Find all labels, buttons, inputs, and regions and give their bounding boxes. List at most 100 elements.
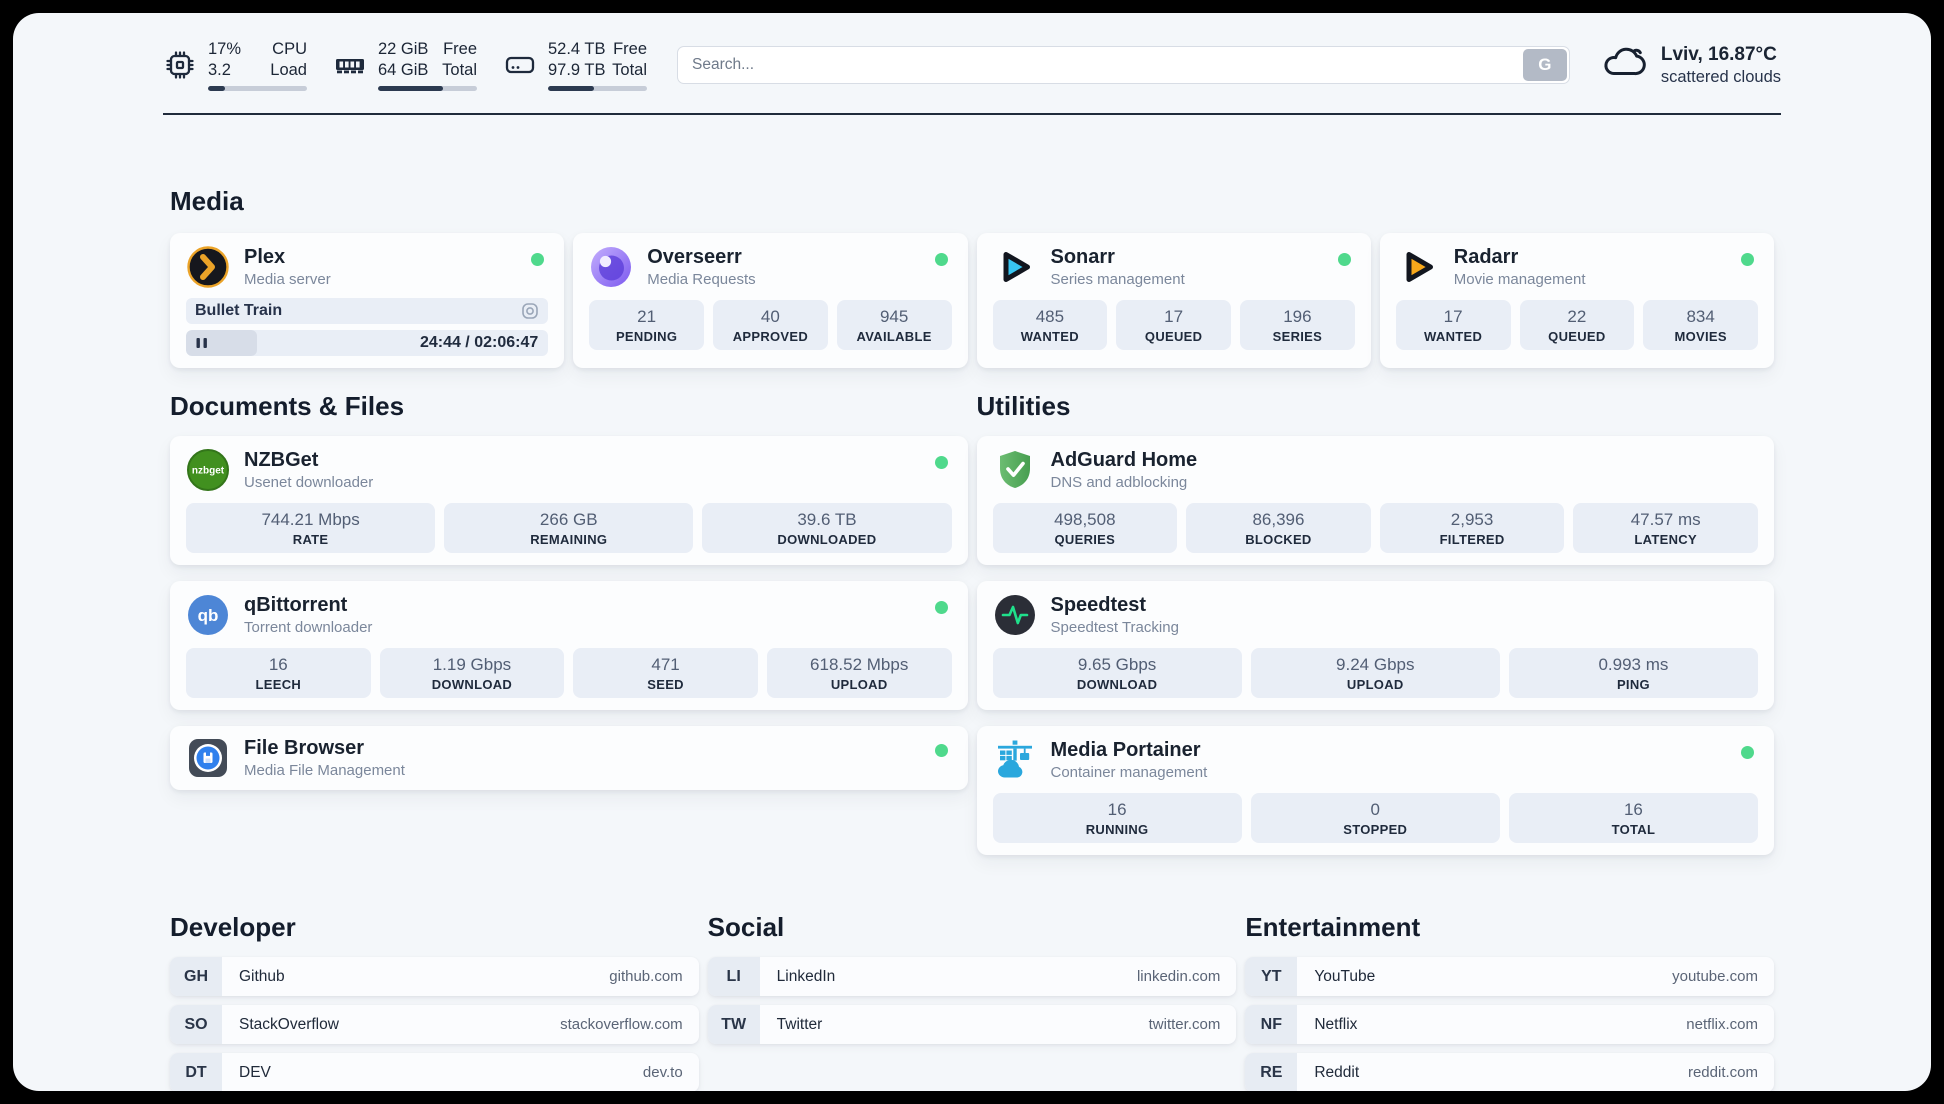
- stat-box: 744.21 Mbps RATE: [186, 503, 436, 553]
- stat-box: 86,396 BLOCKED: [1186, 503, 1371, 553]
- stat-box: 39.6 TB DOWNLOADED: [702, 503, 952, 553]
- app-desc: Movie management: [1453, 271, 1586, 288]
- sonarr-icon: [993, 245, 1037, 289]
- service-card-speedtest[interactable]: Speedtest Speedtest Tracking 9.65 Gbps DO…: [976, 581, 1774, 710]
- section-title-entertainment: Entertainment: [1245, 912, 1421, 942]
- ram-total: 64 GiB: [378, 61, 429, 79]
- app-desc: Media File Management: [244, 762, 405, 779]
- app-desc: Usenet downloader: [244, 474, 374, 491]
- stat-box: 40 APPROVED: [713, 300, 828, 350]
- bookmark-link[interactable]: GH Github github.com: [170, 957, 699, 996]
- now-playing-row: Bullet Train: [186, 298, 549, 324]
- service-card-sonarr[interactable]: Sonarr Series management 485 WANTED 17 QUEU…: [976, 233, 1371, 368]
- pause-icon[interactable]: [194, 335, 210, 351]
- bookmark-link[interactable]: NF Netflix netflix.com: [1245, 1005, 1774, 1044]
- bookmark-link[interactable]: SO StackOverflow stackoverflow.com: [170, 1005, 699, 1044]
- stat-box: 16 TOTAL: [1508, 793, 1759, 843]
- cpu-bar: [208, 86, 307, 91]
- disk-total: 97.9 TB: [548, 61, 606, 79]
- weather-location-temp: Lviv, 16.87°C: [1660, 43, 1777, 65]
- app-name: Speedtest: [1050, 594, 1147, 616]
- app-desc: Container management: [1050, 764, 1208, 781]
- status-online-dot: [934, 744, 948, 757]
- weather-widget[interactable]: Lviv, 16.87°C scattered clouds: [1600, 42, 1781, 89]
- service-card-radarr[interactable]: Radarr Movie management 17 WANTED 22 QUEUED…: [1379, 233, 1774, 368]
- search-provider-button[interactable]: G: [1522, 49, 1567, 81]
- disk-bar: [548, 86, 647, 91]
- playback-time: 24:44 / 02:06:47: [419, 334, 539, 351]
- ram-total-label: Total: [442, 61, 477, 79]
- disk-icon: [503, 48, 537, 82]
- radarr-icon: [1396, 245, 1440, 289]
- playback-progress-bar[interactable]: 24:44 / 02:06:47: [186, 330, 549, 356]
- bookmark-name: StackOverflow: [239, 1015, 339, 1033]
- bookmark-url: dev.to: [642, 1064, 683, 1081]
- service-card-filebrowser[interactable]: File Browser Media File Management: [170, 726, 968, 790]
- stat-box: 17 WANTED: [1395, 300, 1511, 350]
- search-input[interactable]: [677, 46, 1570, 84]
- cpu-load: 3.2: [208, 61, 231, 79]
- service-card-nzbget[interactable]: nzbget NZBGet Usenet downloader 744.21 M…: [170, 436, 968, 565]
- service-card-portainer[interactable]: Media Portainer Container management 16 R…: [976, 726, 1774, 855]
- service-card-plex[interactable]: Plex Media server Bullet Train 24:44 / 0…: [170, 233, 565, 368]
- bookmark-link[interactable]: TW Twitter twitter.com: [707, 1005, 1237, 1044]
- stat-box: 17 QUEUED: [1116, 300, 1231, 350]
- bookmark-abbr: TW: [707, 1005, 760, 1044]
- app-desc: Media server: [244, 271, 331, 288]
- stat-box: 21 PENDING: [589, 300, 704, 350]
- service-card-adguard[interactable]: AdGuard Home DNS and adblocking 498,508 Q…: [976, 436, 1774, 565]
- app-name: File Browser: [244, 737, 365, 759]
- section-developer: Developer GH Github github.com SO StackO…: [170, 911, 699, 1091]
- bookmark-link[interactable]: YT YouTube youtube.com: [1245, 957, 1774, 996]
- status-online-dot: [934, 601, 948, 614]
- ram-widget: 22 GiB Free 64 GiB Total: [333, 39, 477, 91]
- app-name: NZBGet: [244, 449, 319, 471]
- bookmark-name: YouTube: [1314, 967, 1376, 985]
- disk-widget: 52.4 TB Free 97.9 TB Total: [503, 39, 647, 91]
- section-media: Media Plex Media server Bullet Train 24:…: [170, 185, 1774, 368]
- stat-box: 22 QUEUED: [1519, 300, 1635, 350]
- service-card-overseerr[interactable]: Overseerr Media Requests 21 PENDING 40 APPR…: [573, 233, 968, 368]
- cloud-icon: [1600, 42, 1648, 89]
- bookmark-abbr: RE: [1245, 1053, 1298, 1091]
- overseerr-icon: [589, 245, 633, 289]
- bookmark-link[interactable]: RE Reddit reddit.com: [1245, 1053, 1774, 1091]
- cpu-load-label: Load: [270, 61, 307, 79]
- svg-text:nzbget: nzbget: [192, 466, 225, 477]
- section-entertainment: Entertainment YT YouTube youtube.com NF …: [1245, 911, 1774, 1091]
- stat-box: 0.993 ms PING: [1508, 648, 1759, 698]
- cpu-icon: [163, 48, 197, 82]
- bookmark-name: Twitter: [776, 1015, 823, 1033]
- bookmark-link[interactable]: LI LinkedIn linkedin.com: [707, 957, 1237, 996]
- status-online-dot: [1741, 253, 1754, 266]
- stat-box: 498,508 QUERIES: [992, 503, 1178, 553]
- app-name: Sonarr: [1050, 246, 1115, 268]
- bookmark-link[interactable]: DT DEV dev.to: [170, 1053, 699, 1091]
- status-online-dot: [934, 253, 948, 266]
- system-stats: 17% CPU 3.2 Load 22 GiB Free 64 GiB Tota…: [163, 39, 647, 91]
- speedtest-icon: [993, 593, 1037, 637]
- stat-box: 945 AVAILABLE: [836, 300, 952, 350]
- ram-bar: [378, 86, 477, 91]
- section-title-utilities: Utilities: [976, 391, 1071, 421]
- bookmark-name: DEV: [239, 1063, 271, 1081]
- ram-free-label: Free: [443, 40, 477, 58]
- stat-box: 266 GB REMAINING: [444, 503, 694, 553]
- bookmark-name: Reddit: [1314, 1063, 1360, 1081]
- section-title-developer: Developer: [170, 912, 296, 942]
- section-title-social: Social: [707, 912, 785, 942]
- disk-total-label: Total: [612, 61, 647, 79]
- ram-icon: [333, 48, 367, 82]
- app-desc: Media Requests: [647, 271, 756, 288]
- stat-box: 618.52 Mbps UPLOAD: [766, 648, 952, 698]
- bookmark-abbr: GH: [170, 957, 222, 996]
- bookmark-abbr: LI: [707, 957, 760, 996]
- stat-box: 16 RUNNING: [992, 793, 1242, 843]
- bookmark-name: Netflix: [1314, 1015, 1358, 1033]
- bookmark-url: linkedin.com: [1136, 968, 1221, 985]
- app-desc: Series management: [1050, 271, 1185, 288]
- section-documents: Documents & Files nzbget NZBGet Usenet d…: [170, 390, 968, 871]
- section-title-documents: Documents & Files: [170, 391, 405, 421]
- service-card-qbittorrent[interactable]: qb qBittorrent Torrent downloader 16 LEEC…: [170, 581, 968, 710]
- app-name: Overseerr: [647, 246, 742, 268]
